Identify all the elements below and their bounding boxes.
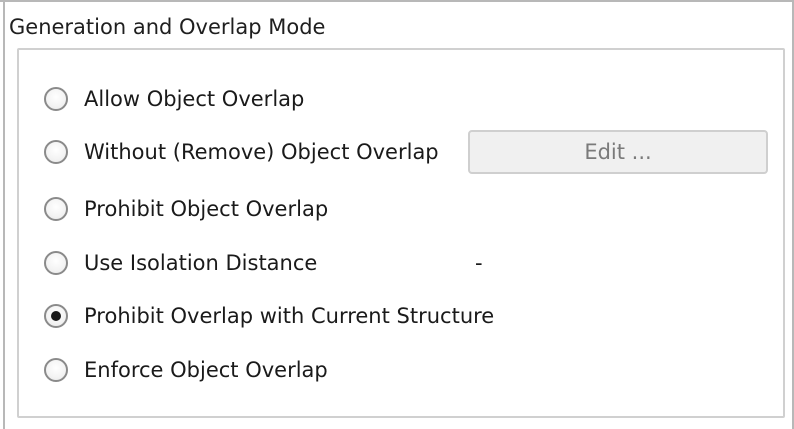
left-border (3, 2, 5, 429)
radio-button-selected[interactable] (44, 304, 68, 328)
radio-prohibit-object-overlap[interactable]: Prohibit Object Overlap (44, 189, 328, 229)
radio-button-unselected[interactable] (44, 140, 68, 164)
radio-button-unselected[interactable] (44, 197, 68, 221)
radio-dot-icon (51, 311, 61, 321)
option-label: Prohibit Overlap with Current Structure (84, 304, 495, 328)
edit-button[interactable]: Edit ... (468, 130, 768, 174)
radio-button-unselected[interactable] (44, 87, 68, 111)
option-label: Enforce Object Overlap (84, 358, 328, 382)
radio-without-object-overlap[interactable]: Without (Remove) Object Overlap (44, 132, 439, 172)
radio-use-isolation-distance[interactable]: Use Isolation Distance (44, 243, 317, 283)
dialog-panel: Generation and Overlap Mode Allow Object… (0, 0, 794, 429)
radio-prohibit-overlap-current-structure[interactable]: Prohibit Overlap with Current Structure (44, 296, 494, 336)
option-label: Prohibit Object Overlap (84, 197, 329, 221)
radio-button-unselected[interactable] (44, 358, 68, 382)
option-label: Without (Remove) Object Overlap (84, 140, 439, 164)
group-title: Generation and Overlap Mode (9, 15, 326, 39)
radio-enforce-object-overlap[interactable]: Enforce Object Overlap (44, 350, 328, 390)
option-label: Use Isolation Distance (84, 251, 318, 275)
isolation-distance-value: - (475, 251, 483, 275)
radio-allow-object-overlap[interactable]: Allow Object Overlap (44, 79, 304, 119)
radio-button-unselected[interactable] (44, 251, 68, 275)
option-label: Allow Object Overlap (84, 87, 305, 111)
